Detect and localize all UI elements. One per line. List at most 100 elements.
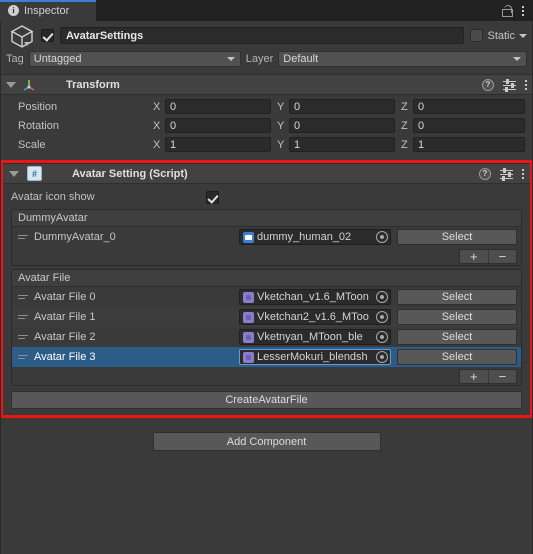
avatar-file-list-footer: + − bbox=[12, 367, 521, 385]
drag-handle-icon[interactable] bbox=[18, 353, 28, 361]
list-item-label: DummyAvatar_0 bbox=[34, 231, 116, 243]
rotation-z-input[interactable]: 0 bbox=[413, 118, 525, 133]
avatar-setting-body: Avatar icon show DummyAvatar DummyAvatar… bbox=[3, 184, 530, 415]
position-z-input[interactable]: 0 bbox=[413, 99, 525, 114]
create-avatar-file-button[interactable]: CreateAvatarFile bbox=[11, 391, 522, 409]
axis-label-z: Z bbox=[401, 138, 408, 151]
transform-component-header[interactable]: Transform ? bbox=[0, 74, 533, 95]
object-field[interactable]: Vketnyan_MToon_ble bbox=[239, 329, 391, 345]
select-button[interactable]: Select bbox=[397, 229, 517, 245]
object-picker-icon[interactable] bbox=[376, 291, 388, 303]
add-item-button[interactable]: + bbox=[460, 369, 489, 383]
tag-layer-row: Tag Untagged Layer Default bbox=[6, 50, 527, 68]
rotation-y-input[interactable]: 0 bbox=[289, 118, 395, 133]
avatar-file-list-header[interactable]: Avatar File bbox=[12, 270, 521, 287]
axis-label-x: X bbox=[153, 119, 161, 132]
select-button[interactable]: Select bbox=[397, 349, 517, 365]
list-item[interactable]: Avatar File 2 Vketnyan_MToon_ble Select bbox=[12, 327, 521, 347]
drag-handle-icon[interactable] bbox=[18, 313, 28, 321]
list-item[interactable]: Avatar File 3 LesserMokuri_blendsh Selec… bbox=[12, 347, 521, 367]
object-field-value: Vketnyan_MToon_ble bbox=[257, 331, 363, 343]
static-checkbox[interactable] bbox=[470, 29, 484, 42]
layer-value: Default bbox=[283, 53, 319, 65]
scale-label: Scale bbox=[18, 138, 46, 151]
remove-item-button[interactable]: − bbox=[489, 250, 517, 263]
scale-x: X 1 bbox=[153, 137, 277, 152]
drag-handle-icon[interactable] bbox=[18, 293, 28, 301]
dummy-avatar-list-header[interactable]: DummyAvatar bbox=[12, 210, 521, 227]
add-component-button[interactable]: Add Component bbox=[152, 432, 381, 451]
object-field-value: dummy_human_02 bbox=[257, 231, 352, 243]
axis-label-x: X bbox=[153, 100, 161, 113]
transform-row-scale: Scale X 1 Y 1 Z 1 bbox=[8, 136, 525, 153]
rotation-z-value: 0 bbox=[418, 119, 425, 132]
select-button[interactable]: Select bbox=[397, 329, 517, 345]
gameobject-name-row: AvatarSettings Static bbox=[6, 24, 527, 48]
info-icon: i bbox=[8, 5, 19, 16]
scale-x-input[interactable]: 1 bbox=[165, 137, 271, 152]
object-picker-icon[interactable] bbox=[376, 231, 388, 243]
drag-handle-icon[interactable] bbox=[18, 333, 28, 341]
chevron-down-icon[interactable] bbox=[519, 33, 527, 38]
position-y-value: 0 bbox=[294, 100, 301, 113]
vrm-asset-icon bbox=[243, 331, 254, 343]
tag-label: Tag bbox=[6, 53, 24, 65]
help-icon[interactable]: ? bbox=[479, 167, 491, 180]
object-field-value: Vketchan2_v1.6_MToo bbox=[257, 311, 369, 323]
foldout-arrow-icon[interactable] bbox=[9, 170, 19, 177]
gameobject-name-input[interactable]: AvatarSettings bbox=[60, 27, 465, 44]
transform-row-rotation: Rotation X 0 Y 0 Z 0 bbox=[8, 117, 525, 134]
gameobject-enabled-checkbox[interactable] bbox=[41, 29, 54, 42]
scale-y-input[interactable]: 1 bbox=[289, 137, 395, 152]
object-field[interactable]: dummy_human_02 bbox=[239, 229, 391, 245]
drag-handle-icon[interactable] bbox=[18, 233, 28, 241]
object-picker-icon[interactable] bbox=[376, 311, 388, 323]
rotation-z: Z 0 bbox=[401, 118, 525, 133]
select-button[interactable]: Select bbox=[397, 309, 517, 325]
list-item-label: Avatar File 1 bbox=[34, 311, 96, 323]
select-button-label: Select bbox=[441, 331, 473, 343]
tag-dropdown[interactable]: Untagged bbox=[28, 51, 241, 67]
scale-z-value: 1 bbox=[418, 138, 425, 151]
object-field-value: Vketchan_v1.6_MToon bbox=[257, 291, 369, 303]
dummy-avatar-list-footer: + − bbox=[12, 247, 521, 265]
avatar-icon-show-checkbox[interactable] bbox=[206, 190, 219, 204]
transform-component: Transform ? Position X 0 Y 0 Z 0 Rotatio… bbox=[0, 74, 533, 160]
select-button-label: Select bbox=[441, 231, 473, 243]
list-item[interactable]: Avatar File 1 Vketchan2_v1.6_MToo Select bbox=[12, 307, 521, 327]
kebab-menu-icon[interactable] bbox=[522, 168, 524, 179]
position-label: Position bbox=[18, 100, 58, 113]
object-picker-icon[interactable] bbox=[376, 351, 388, 363]
preset-sliders-icon[interactable] bbox=[500, 167, 513, 181]
tag-value: Untagged bbox=[33, 53, 82, 65]
object-field[interactable]: Vketchan_v1.6_MToon bbox=[239, 289, 391, 305]
transform-title: Transform bbox=[66, 78, 120, 91]
kebab-menu-icon[interactable] bbox=[522, 5, 524, 16]
avatar-setting-header-actions: ? bbox=[479, 167, 524, 181]
tab-inspector[interactable]: i Inspector bbox=[0, 0, 96, 21]
add-item-button[interactable]: + bbox=[460, 249, 489, 263]
object-field[interactable]: LesserMokuri_blendsh bbox=[239, 349, 391, 365]
layer-dropdown[interactable]: Default bbox=[278, 51, 527, 67]
static-toggle-group: Static bbox=[470, 29, 527, 42]
axis-label-y: Y bbox=[277, 100, 285, 113]
lock-icon[interactable] bbox=[501, 4, 513, 17]
position-x-input[interactable]: 0 bbox=[165, 99, 271, 114]
remove-item-button[interactable]: − bbox=[489, 370, 517, 383]
position-y-input[interactable]: 0 bbox=[289, 99, 395, 114]
select-button[interactable]: Select bbox=[397, 289, 517, 305]
preset-sliders-icon[interactable] bbox=[503, 78, 516, 92]
help-icon[interactable]: ? bbox=[482, 78, 494, 91]
foldout-arrow-icon[interactable] bbox=[6, 81, 16, 88]
scale-z-input[interactable]: 1 bbox=[413, 137, 525, 152]
rotation-x-input[interactable]: 0 bbox=[165, 118, 271, 133]
avatar-setting-component-header[interactable]: # Avatar Setting (Script) ? bbox=[3, 163, 530, 184]
list-item[interactable]: DummyAvatar_0 dummy_human_02 Select bbox=[12, 227, 521, 247]
object-picker-icon[interactable] bbox=[376, 331, 388, 343]
position-x: X 0 bbox=[153, 99, 277, 114]
avatar-file-rows: Avatar File 0 Vketchan_v1.6_MToon Select… bbox=[12, 287, 521, 367]
object-field[interactable]: Vketchan2_v1.6_MToo bbox=[239, 309, 391, 325]
list-item[interactable]: Avatar File 0 Vketchan_v1.6_MToon Select bbox=[12, 287, 521, 307]
kebab-menu-icon[interactable] bbox=[525, 79, 527, 90]
rotation-y-value: 0 bbox=[294, 119, 301, 132]
